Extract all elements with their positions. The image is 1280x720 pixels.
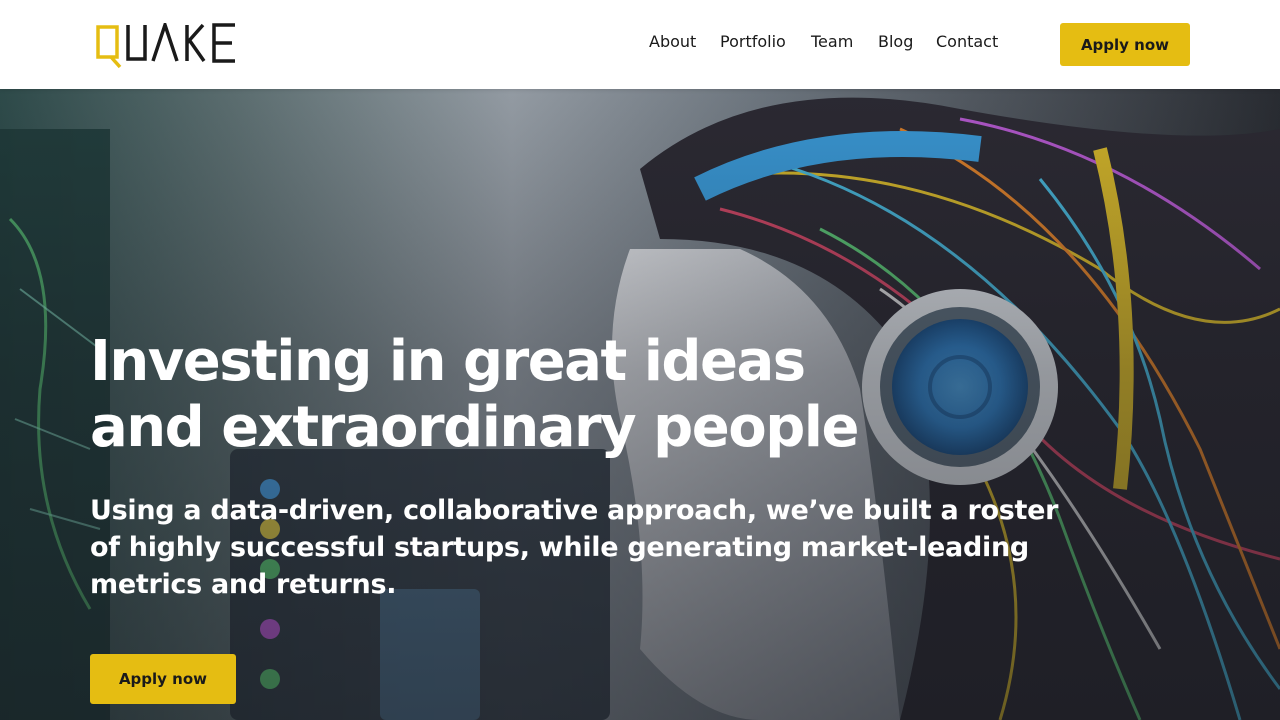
main-nav: About Portfolio Team Blog Contact [649, 32, 1006, 52]
header-apply-button[interactable]: Apply now [1060, 23, 1190, 66]
nav-link-team[interactable]: Team [811, 32, 878, 52]
hero-title: Investing in great ideas and extraordina… [90, 329, 859, 460]
nav-link-portfolio[interactable]: Portfolio [720, 32, 811, 52]
nav-link-blog[interactable]: Blog [878, 32, 936, 52]
hero-apply-button[interactable]: Apply now [90, 654, 236, 704]
hero-subtitle: Using a data-driven, collaborative appro… [90, 495, 1059, 600]
hero-section: Investing in great ideas and extraordina… [0, 89, 1280, 720]
nav-link-about[interactable]: About [649, 32, 720, 52]
nav-link-contact[interactable]: Contact [936, 32, 1006, 52]
quake-logo[interactable] [95, 23, 240, 69]
site-header: About Portfolio Team Blog Contact Apply … [0, 0, 1280, 89]
